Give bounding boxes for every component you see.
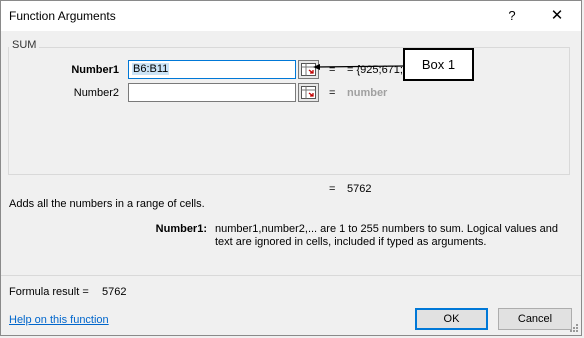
function-description: Adds all the numbers in a range of cells… xyxy=(9,198,205,210)
number1-input[interactable]: B6:B11 xyxy=(128,60,296,79)
number2-equals: = xyxy=(329,87,336,99)
function-name-label: SUM xyxy=(9,39,40,51)
number1-input-value: B6:B11 xyxy=(132,63,170,75)
result-equals: = xyxy=(329,183,336,195)
dialog-title: Function Arguments xyxy=(9,9,116,23)
close-button[interactable]: ✕ xyxy=(546,5,568,27)
range-select-icon xyxy=(301,86,316,99)
cancel-button[interactable]: Cancel xyxy=(498,308,572,330)
number2-label: Number2 xyxy=(73,87,119,99)
help-on-function-link[interactable]: Help on this function xyxy=(9,314,109,326)
formula-result-value: 5762 xyxy=(102,286,127,298)
number2-input[interactable] xyxy=(128,83,296,102)
argument-help-text: number1,number2,... are 1 to 255 numbers… xyxy=(215,223,559,248)
number1-label: Number1 xyxy=(71,64,119,76)
function-arguments-dialog: Function Arguments ? ✕ SUM Number1 B6:B1… xyxy=(0,0,582,336)
number2-result: number xyxy=(347,87,388,99)
number2-range-button[interactable] xyxy=(298,83,319,102)
title-bar[interactable]: Function Arguments ? ✕ xyxy=(1,1,581,31)
ok-button[interactable]: OK xyxy=(415,308,488,330)
result-value: 5762 xyxy=(347,183,372,195)
number1-equals: = xyxy=(329,64,336,76)
help-button[interactable]: ? xyxy=(501,5,523,27)
box1-callout: Box 1 xyxy=(403,48,474,81)
formula-result-label: Formula result = xyxy=(9,286,89,298)
resize-grip-icon[interactable] xyxy=(569,323,579,333)
argument-help-label: Number1: xyxy=(155,223,207,235)
divider xyxy=(1,275,581,276)
